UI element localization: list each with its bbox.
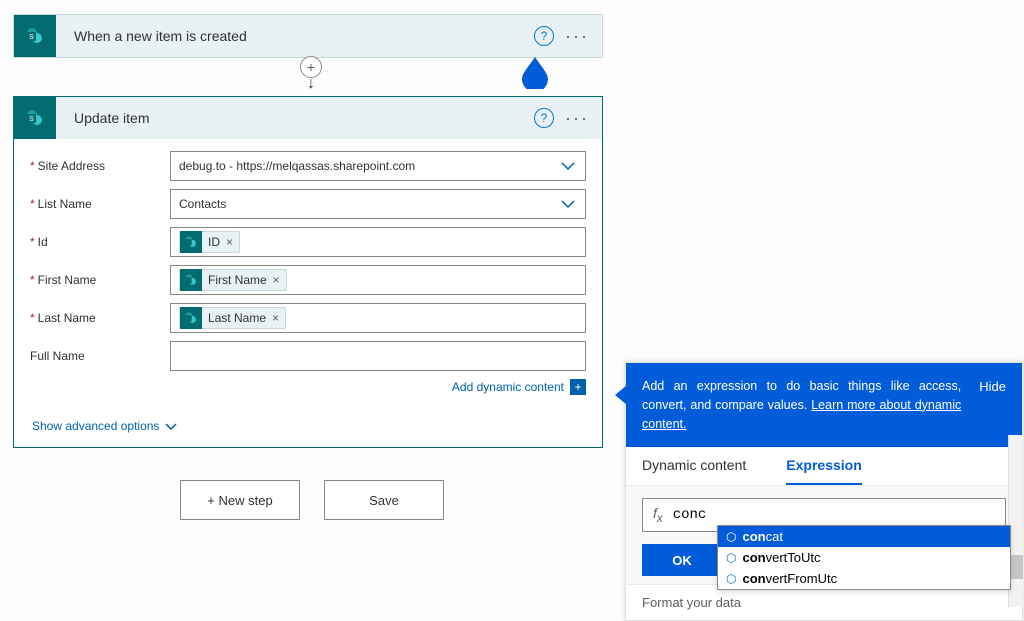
site-address-value: debug.to - https://melqassas.sharepoint.… <box>179 159 415 173</box>
sharepoint-icon: S <box>14 15 56 57</box>
suggestion-converttoutc[interactable]: ⬡ convertToUtc <box>718 547 1010 568</box>
token-last-name[interactable]: Last Name × <box>179 307 286 329</box>
more-icon[interactable]: ··· <box>562 108 592 129</box>
help-icon[interactable]: ? <box>534 108 554 128</box>
help-icon[interactable]: ? <box>534 26 554 46</box>
panel-pointer-icon <box>615 385 627 405</box>
action-header[interactable]: S Update item ? ··· <box>14 97 602 139</box>
suggestion-concat[interactable]: ⬡ concat <box>718 526 1010 547</box>
field-label: Full Name <box>30 349 170 363</box>
field-label: *Last Name <box>30 311 170 325</box>
sharepoint-icon <box>180 231 202 253</box>
list-name-value: Contacts <box>179 197 226 211</box>
drop-indicator-icon <box>520 55 550 89</box>
arrow-down-icon: ↓ <box>307 76 315 92</box>
svg-text:S: S <box>29 116 34 123</box>
field-list-name: *List Name Contacts <box>30 189 586 219</box>
field-site-address: *Site Address debug.to - https://melqass… <box>30 151 586 181</box>
last-name-input[interactable]: Last Name × <box>170 303 586 333</box>
panel-tabs: Dynamic content Expression <box>626 447 1022 486</box>
action-title: Update item <box>56 110 534 126</box>
autocomplete-suggestions: ⬡ concat ⬡ convertToUtc ⬡ convertFromUtc <box>717 525 1011 590</box>
field-label: *Id <box>30 235 170 249</box>
id-input[interactable]: ID × <box>170 227 586 257</box>
plus-icon: + <box>570 379 586 395</box>
site-address-dropdown[interactable]: debug.to - https://melqassas.sharepoint.… <box>170 151 586 181</box>
bottom-buttons: + New step Save <box>180 480 444 520</box>
sharepoint-icon <box>180 269 202 291</box>
action-body: *Site Address debug.to - https://melqass… <box>14 139 602 405</box>
sharepoint-icon <box>180 307 202 329</box>
sharepoint-icon: S <box>14 97 56 139</box>
token-remove-icon[interactable]: × <box>226 235 233 249</box>
token-remove-icon[interactable]: × <box>272 311 279 325</box>
panel-message: Add an expression to do basic things lik… <box>642 377 961 433</box>
expression-input[interactable] <box>673 507 995 523</box>
field-last-name: *Last Name Last Name × <box>30 303 586 333</box>
token-remove-icon[interactable]: × <box>273 273 280 287</box>
svg-text:S: S <box>29 34 34 41</box>
hide-link[interactable]: Hide <box>979 377 1006 433</box>
trigger-header[interactable]: S When a new item is created ? ··· <box>14 15 602 57</box>
field-first-name: *First Name First Name × <box>30 265 586 295</box>
new-step-button[interactable]: + New step <box>180 480 300 520</box>
token-id[interactable]: ID × <box>179 231 240 253</box>
token-label: Last Name <box>208 311 266 325</box>
cube-icon: ⬡ <box>726 572 736 586</box>
add-dynamic-content-link[interactable]: Add dynamic content + <box>30 379 586 395</box>
save-button[interactable]: Save <box>324 480 444 520</box>
first-name-input[interactable]: First Name × <box>170 265 586 295</box>
connector: + ↓ <box>300 56 322 92</box>
tab-expression[interactable]: Expression <box>786 457 861 485</box>
field-label: *List Name <box>30 197 170 211</box>
panel-header: Add an expression to do basic things lik… <box>626 363 1022 447</box>
token-label: First Name <box>208 273 267 287</box>
full-name-input[interactable] <box>170 341 586 371</box>
token-first-name[interactable]: First Name × <box>179 269 287 291</box>
trigger-card[interactable]: S When a new item is created ? ··· <box>13 14 603 58</box>
ok-button[interactable]: OK <box>642 544 722 576</box>
list-name-dropdown[interactable]: Contacts <box>170 189 586 219</box>
action-card: S Update item ? ··· *Site Address debug.… <box>13 96 603 448</box>
chevron-down-icon <box>561 200 575 208</box>
suggestion-convertfromutc[interactable]: ⬡ convertFromUtc <box>718 568 1010 589</box>
more-icon[interactable]: ··· <box>562 26 592 47</box>
chevron-down-icon <box>165 423 177 430</box>
scrollbar-thumb[interactable] <box>1010 555 1023 579</box>
cube-icon: ⬡ <box>726 530 736 544</box>
token-label: ID <box>208 235 220 249</box>
cube-icon: ⬡ <box>726 551 736 565</box>
chevron-down-icon <box>561 162 575 170</box>
field-label: *First Name <box>30 273 170 287</box>
field-label: *Site Address <box>30 159 170 173</box>
show-advanced-options-link[interactable]: Show advanced options <box>14 405 602 447</box>
field-id: *Id ID × <box>30 227 586 257</box>
fx-icon: fx <box>653 505 663 525</box>
trigger-title: When a new item is created <box>56 28 534 44</box>
field-full-name: Full Name <box>30 341 586 371</box>
tab-dynamic-content[interactable]: Dynamic content <box>642 457 746 485</box>
